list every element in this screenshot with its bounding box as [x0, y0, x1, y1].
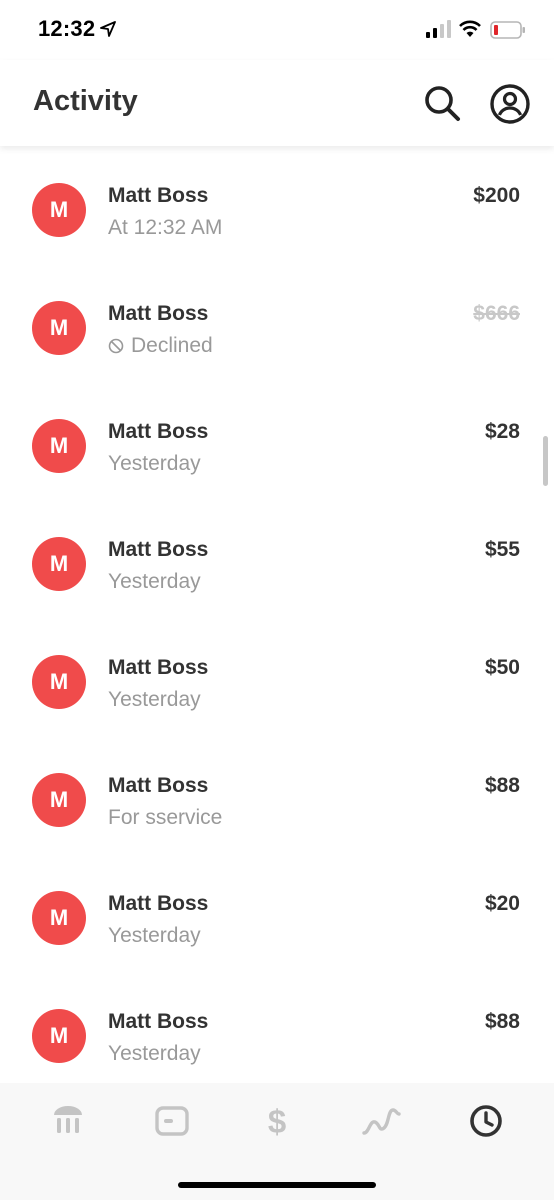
transaction-row[interactable]: M Matt Boss Yesterday $88 [0, 972, 554, 1083]
subtitle-text: Yesterday [108, 452, 201, 475]
cellular-signal-icon [426, 20, 451, 38]
transaction-row[interactable]: M Matt Boss Yesterday $28 [0, 382, 554, 500]
transaction-amount: $200 [473, 184, 520, 207]
contact-name: Matt Boss [108, 1010, 209, 1033]
transaction-amount: $88 [484, 774, 520, 797]
transaction-amount: $20 [484, 892, 520, 915]
contact-name: Matt Boss [108, 656, 209, 679]
transaction-subtitle: For sservice [108, 806, 222, 830]
avatar: M [32, 1009, 86, 1063]
contact-name: Matt Boss [108, 420, 209, 443]
transaction-row[interactable]: M Matt Boss Yesterday $55 [0, 500, 554, 618]
transaction-row[interactable]: M Matt Boss Yesterday $50 [0, 618, 554, 736]
card-icon [155, 1106, 189, 1136]
transaction-row[interactable]: M Matt Boss For sservice $88 [0, 736, 554, 854]
transaction-subtitle: Declined [108, 334, 213, 358]
transaction-amount: $88 [484, 1010, 520, 1033]
avatar: M [32, 419, 86, 473]
transaction-amount: $28 [484, 420, 520, 443]
transaction-row[interactable]: M Matt Boss Declined $666 [0, 264, 554, 382]
transaction-subtitle: Yesterday [108, 688, 201, 712]
status-bar: 12:32 [0, 0, 554, 60]
transaction-subtitle: Yesterday [108, 452, 201, 476]
bank-icon [54, 1106, 82, 1133]
transaction-row[interactable]: M Matt Boss At 12:32 AM $200 [0, 146, 554, 264]
declined-icon [108, 338, 124, 354]
subtitle-text: For sservice [108, 806, 223, 829]
header: Activity [0, 60, 554, 146]
subtitle-text: Yesterday [108, 1042, 201, 1065]
subtitle-text: Declined [131, 334, 213, 357]
contact-name: Matt Boss [108, 302, 209, 325]
nav-tab-investing[interactable] [359, 1101, 403, 1141]
location-arrow-icon [100, 21, 116, 37]
transaction-subtitle: At 12:32 AM [108, 216, 222, 240]
contact-name: Matt Boss [108, 774, 209, 797]
home-indicator[interactable] [178, 1182, 376, 1188]
profile-icon [490, 84, 530, 124]
nav-tab-activity[interactable] [464, 1101, 508, 1141]
dollar-icon: $ [267, 1102, 287, 1140]
avatar: M [32, 655, 86, 709]
status-time: 12:32 [38, 16, 96, 41]
scroll-indicator[interactable] [543, 436, 548, 486]
wifi-icon [459, 20, 481, 37]
battery-icon [490, 21, 525, 39]
subtitle-text: Yesterday [108, 570, 201, 593]
contact-name: Matt Boss [108, 892, 209, 915]
page-title: Activity [33, 85, 138, 117]
subtitle-text: At 12:32 AM [108, 216, 223, 239]
search-button[interactable] [421, 82, 463, 124]
transaction-row[interactable]: M Matt Boss Yesterday $20 [0, 854, 554, 972]
subtitle-text: Yesterday [108, 924, 201, 947]
avatar: M [32, 773, 86, 827]
investing-icon [362, 1108, 401, 1135]
avatar: M [32, 891, 86, 945]
avatar: M [32, 537, 86, 591]
transaction-subtitle: Yesterday [108, 1042, 201, 1066]
nav-tab-card[interactable] [150, 1101, 194, 1141]
transaction-subtitle: Yesterday [108, 924, 201, 948]
avatar: M [32, 183, 86, 237]
screen: 12:32 Activity M Matt Boss At 12:32 AM $… [0, 0, 554, 1200]
search-icon [425, 86, 460, 121]
nav-tab-cash[interactable]: $ [255, 1101, 299, 1141]
contact-name: Matt Boss [108, 184, 209, 207]
transaction-amount: $55 [484, 538, 520, 561]
activity-list[interactable]: M Matt Boss At 12:32 AM $200 M Matt Boss… [0, 146, 554, 1083]
contact-name: Matt Boss [108, 538, 209, 561]
profile-button[interactable] [488, 82, 532, 126]
subtitle-text: Yesterday [108, 688, 201, 711]
avatar: M [32, 301, 86, 355]
transaction-subtitle: Yesterday [108, 570, 201, 594]
clock-icon [470, 1105, 502, 1137]
nav-tab-banking[interactable] [46, 1101, 90, 1141]
declined-amount: $666 [473, 302, 520, 325]
transaction-amount: $50 [484, 656, 520, 679]
